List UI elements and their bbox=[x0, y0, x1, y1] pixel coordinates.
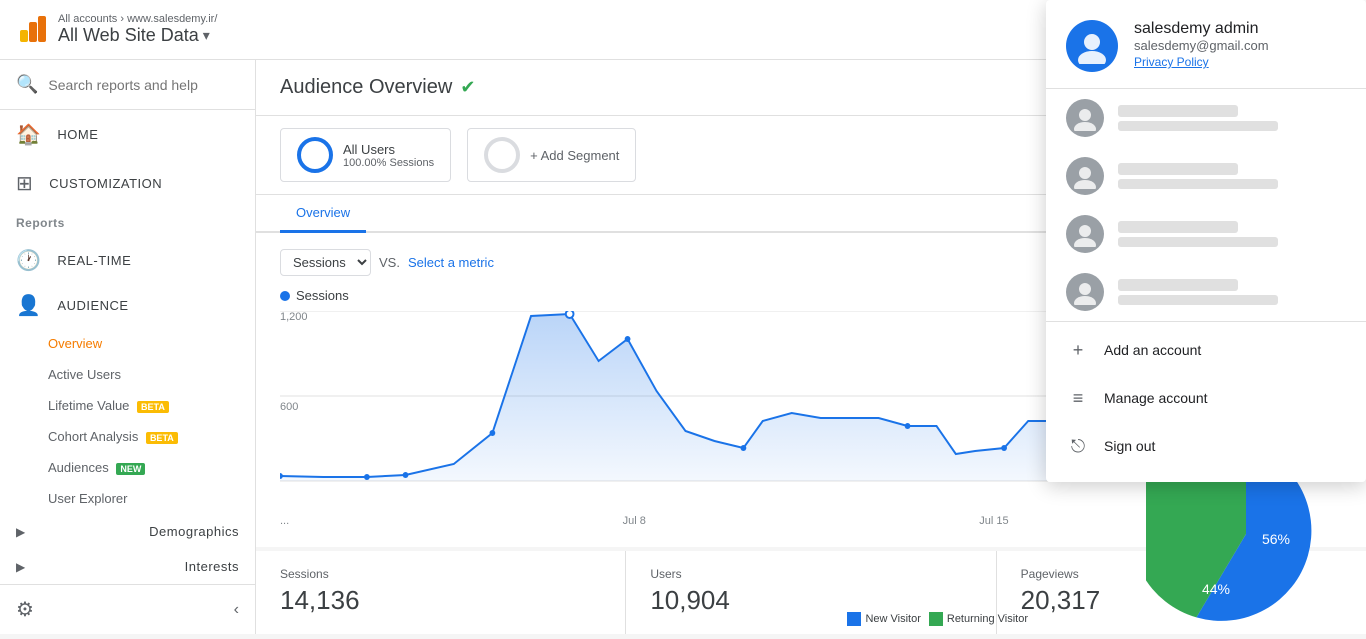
other-account-avatar-4 bbox=[1066, 273, 1104, 311]
other-account-name-3 bbox=[1118, 221, 1238, 233]
other-account-email-4 bbox=[1118, 295, 1278, 305]
add-account-icon: + bbox=[1066, 338, 1090, 362]
add-account-action[interactable]: + Add an account bbox=[1046, 326, 1366, 374]
other-account-name-1 bbox=[1118, 105, 1238, 117]
other-account-email-1 bbox=[1118, 121, 1278, 131]
avatar-icon bbox=[1074, 28, 1110, 64]
dropdown-actions: + Add an account ≡ Manage account ⎋ Sign… bbox=[1046, 322, 1366, 474]
other-account-name-4 bbox=[1118, 279, 1238, 291]
primary-user-name: salesdemy admin bbox=[1134, 20, 1346, 38]
other-account-email-3 bbox=[1118, 237, 1278, 247]
other-account-avatar-1 bbox=[1066, 99, 1104, 137]
manage-account-action[interactable]: ≡ Manage account bbox=[1046, 374, 1366, 422]
other-accounts-section bbox=[1046, 89, 1366, 322]
other-account-4[interactable] bbox=[1046, 263, 1366, 321]
other-account-1[interactable] bbox=[1046, 89, 1366, 147]
manage-account-icon: ≡ bbox=[1066, 386, 1090, 410]
other-account-avatar-2 bbox=[1066, 157, 1104, 195]
primary-user-section: salesdemy admin salesdemy@gmail.com Priv… bbox=[1046, 0, 1366, 89]
other-account-avatar-3 bbox=[1066, 215, 1104, 253]
privacy-policy-link[interactable]: Privacy Policy bbox=[1134, 55, 1209, 69]
other-account-name-2 bbox=[1118, 163, 1238, 175]
primary-user-avatar bbox=[1066, 20, 1118, 72]
sign-out-icon: ⎋ bbox=[1066, 434, 1090, 458]
other-account-3[interactable] bbox=[1046, 205, 1366, 263]
account-dropdown: salesdemy admin salesdemy@gmail.com Priv… bbox=[1046, 0, 1366, 482]
other-account-email-2 bbox=[1118, 179, 1278, 189]
other-account-2[interactable] bbox=[1046, 147, 1366, 205]
primary-user-email: salesdemy@gmail.com bbox=[1134, 38, 1346, 53]
sign-out-action[interactable]: ⎋ Sign out bbox=[1046, 422, 1366, 470]
